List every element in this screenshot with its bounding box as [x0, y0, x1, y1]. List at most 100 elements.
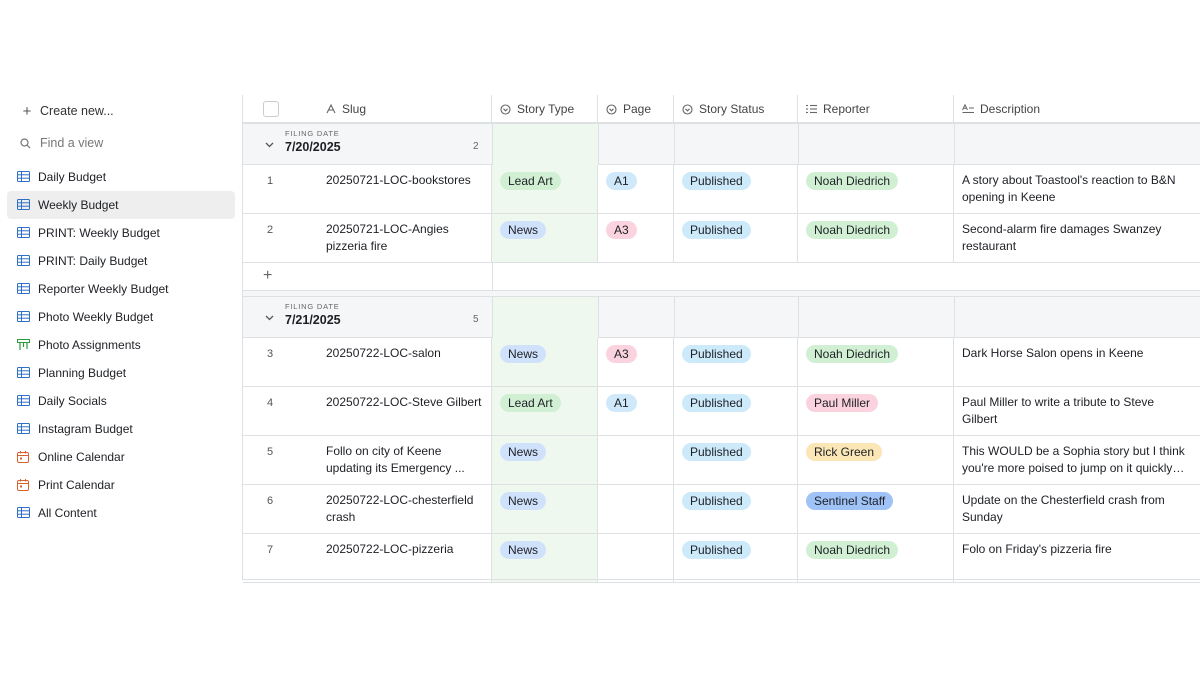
- sidebar-view-weekly-budget[interactable]: Weekly Budget: [7, 191, 235, 219]
- cell-page[interactable]: [598, 534, 674, 582]
- page-pill: A1: [606, 172, 637, 190]
- cell-status[interactable]: Published: [674, 165, 798, 213]
- cell-type[interactable]: News: [492, 485, 598, 533]
- grid-icon: [17, 423, 31, 435]
- column-header-reporter[interactable]: Reporter: [798, 95, 954, 123]
- column-header-story-type[interactable]: Story Type: [492, 95, 598, 123]
- add-record-row[interactable]: +: [243, 263, 1200, 291]
- table-row[interactable]: 3 20250722-LOC-salon News A3 Published Noah D…: [243, 338, 1200, 387]
- slug-text: 20250722-LOC-Steve Gilbert: [326, 395, 482, 409]
- cell-status[interactable]: Published: [674, 338, 798, 386]
- table-row[interactable]: 7 20250722-LOC-pizzeria News Published Noah …: [243, 534, 1200, 583]
- cell-reporter[interactable]: Noah Diedrich: [798, 165, 954, 213]
- column-header-label: Reporter: [823, 102, 870, 116]
- grid-icon: [17, 283, 31, 295]
- sidebar-view-print-daily-budget[interactable]: PRINT: Daily Budget: [7, 247, 235, 275]
- cell-type[interactable]: News: [492, 214, 598, 262]
- column-header-description[interactable]: Description: [954, 95, 1200, 123]
- cell-page[interactable]: A3: [598, 214, 674, 262]
- table-row[interactable]: 4 20250722-LOC-Steve Gilbert Lead Art A1 Pub…: [243, 387, 1200, 436]
- cell-num: 5: [243, 436, 318, 484]
- cell-type[interactable]: Lead Art: [492, 165, 598, 213]
- cell-reporter[interactable]: Noah Diedrich: [798, 338, 954, 386]
- calendar-icon: [17, 479, 31, 491]
- cell-description[interactable]: A story about Toastool's reaction to B&N…: [954, 165, 1200, 213]
- cell-page[interactable]: [598, 485, 674, 533]
- cell-slug[interactable]: Follo on city of Keene updating its Emer…: [318, 436, 492, 484]
- cell-description[interactable]: Folo on Friday's pizzeria fire: [954, 534, 1200, 582]
- sidebar-view-photo-assignments[interactable]: Photo Assignments: [7, 331, 235, 359]
- table-row[interactable]: 5 Follo on city of Keene updating its Eme…: [243, 436, 1200, 485]
- slug-text: Follo on city of Keene updating its Emer…: [326, 444, 465, 475]
- group-header[interactable]: FILING DATE 7/21/2025 5: [243, 296, 1200, 339]
- cell-description[interactable]: Dark Horse Salon opens in Keene: [954, 338, 1200, 386]
- cell-page[interactable]: [598, 436, 674, 484]
- table-row[interactable]: 2 20250721-LOC-Angies pizzeria fire News A3…: [243, 214, 1200, 263]
- cell-reporter[interactable]: Rick Green: [798, 436, 954, 484]
- table-row[interactable]: 6 20250722-LOC-chesterfield crash News Publ…: [243, 485, 1200, 534]
- cell-description[interactable]: This WOULD be a Sophia story but I think…: [954, 436, 1200, 484]
- column-header-page[interactable]: Page: [598, 95, 674, 123]
- cell-page[interactable]: A1: [598, 165, 674, 213]
- sidebar: + Create new... Find a view Daily Budget…: [0, 95, 242, 527]
- sidebar-view-print-calendar[interactable]: Print Calendar: [7, 471, 235, 499]
- cell-status[interactable]: Published: [674, 387, 798, 435]
- cell-type[interactable]: Lead Art: [492, 387, 598, 435]
- cell-reporter[interactable]: Noah Diedrich: [798, 534, 954, 582]
- cell-slug[interactable]: 20250722-LOC-salon: [318, 338, 492, 386]
- search-icon: [20, 137, 34, 149]
- column-header-slug[interactable]: Slug: [318, 95, 492, 123]
- status-pill: Published: [682, 443, 751, 461]
- cell-slug[interactable]: 20250721-LOC-bookstores: [318, 165, 492, 213]
- cell-type[interactable]: News: [492, 436, 598, 484]
- sidebar-view-online-calendar[interactable]: Online Calendar: [7, 443, 235, 471]
- chevron-down-icon[interactable]: [265, 313, 274, 324]
- sidebar-view-instagram-budget[interactable]: Instagram Budget: [7, 415, 235, 443]
- cell-slug[interactable]: 20250722-LOC-chesterfield crash: [318, 485, 492, 533]
- description-text: Paul Miller to write a tribute to Steve …: [962, 395, 1155, 426]
- sidebar-view-all-content[interactable]: All Content: [7, 499, 235, 527]
- cell-status[interactable]: Published: [674, 436, 798, 484]
- page-pill: A3: [606, 221, 637, 239]
- column-header-label: Story Status: [699, 102, 765, 116]
- find-view-input[interactable]: Find a view: [0, 127, 242, 159]
- select-all-checkbox[interactable]: [263, 101, 279, 117]
- cell-status[interactable]: Published: [674, 485, 798, 533]
- description-text: Update on the Chesterfield crash from Su…: [962, 493, 1165, 524]
- cell-page[interactable]: A1: [598, 387, 674, 435]
- sidebar-view-reporter-weekly-budget[interactable]: Reporter Weekly Budget: [7, 275, 235, 303]
- grid-icon: [17, 199, 31, 211]
- cell-type[interactable]: News: [492, 338, 598, 386]
- cell-slug[interactable]: 20250722-LOC-pizzeria: [318, 534, 492, 582]
- grid-bottom-border: [243, 579, 1200, 580]
- cell-status[interactable]: Published: [674, 214, 798, 262]
- single-select-icon: [682, 103, 693, 115]
- cell-status[interactable]: Published: [674, 534, 798, 582]
- cell-slug[interactable]: 20250721-LOC-Angies pizzeria fire: [318, 214, 492, 262]
- cell-description[interactable]: Update on the Chesterfield crash from Su…: [954, 485, 1200, 533]
- multi-select-icon: [806, 104, 817, 114]
- sidebar-view-print-weekly-budget[interactable]: PRINT: Weekly Budget: [7, 219, 235, 247]
- grid-icon: [17, 311, 31, 323]
- cell-slug[interactable]: 20250722-LOC-Steve Gilbert: [318, 387, 492, 435]
- cell-num: 6: [243, 485, 318, 533]
- cell-reporter[interactable]: Noah Diedrich: [798, 214, 954, 262]
- sidebar-view-daily-budget[interactable]: Daily Budget: [7, 163, 235, 191]
- group-header[interactable]: FILING DATE 7/20/2025 2: [243, 123, 1200, 166]
- column-header-story-status[interactable]: Story Status: [674, 95, 798, 123]
- cell-description[interactable]: Paul Miller to write a tribute to Steve …: [954, 387, 1200, 435]
- chevron-down-icon[interactable]: [265, 140, 274, 151]
- sidebar-view-planning-budget[interactable]: Planning Budget: [7, 359, 235, 387]
- plus-icon[interactable]: +: [263, 267, 272, 285]
- cell-reporter[interactable]: Sentinel Staff: [798, 485, 954, 533]
- cell-type[interactable]: News: [492, 534, 598, 582]
- cell-description[interactable]: Second-alarm fire damages Swanzey restau…: [954, 214, 1200, 262]
- cell-reporter[interactable]: Paul Miller: [798, 387, 954, 435]
- sidebar-view-photo-weekly-budget[interactable]: Photo Weekly Budget: [7, 303, 235, 331]
- reporter-pill: Rick Green: [806, 443, 883, 461]
- sidebar-view-daily-socials[interactable]: Daily Socials: [7, 387, 235, 415]
- plus-icon: +: [22, 102, 32, 120]
- cell-page[interactable]: A3: [598, 338, 674, 386]
- table-row[interactable]: 1 20250721-LOC-bookstores Lead Art A1 Publis…: [243, 165, 1200, 214]
- create-new-button[interactable]: + Create new...: [0, 95, 242, 127]
